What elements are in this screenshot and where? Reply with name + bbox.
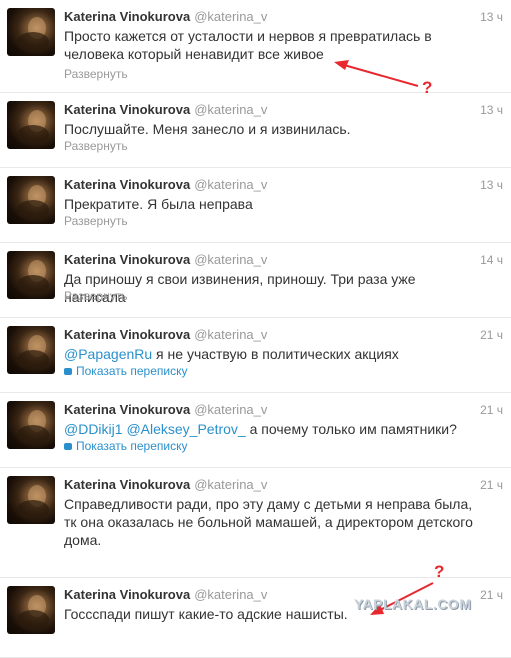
author-handle[interactable]: @katerina_v [194,477,267,492]
tweet-text-segment: Послушайте. Меня занесло и я извинилась. [64,121,351,137]
tweet-text: @DDikij1 @Aleksey_Petrov_ а почему тольк… [64,420,474,438]
tweet-timestamp[interactable]: 21 ч [480,403,503,417]
action-label: Развернуть [64,67,128,81]
tweet-timestamp[interactable]: 14 ч [480,253,503,267]
tweet-timestamp[interactable]: 21 ч [480,328,503,342]
author-name[interactable]: Katerina Vinokurova [64,177,190,192]
show-conversation-link[interactable]: Показать переписку [64,439,187,453]
author-handle[interactable]: @katerina_v [194,402,267,417]
tweet-text: Справедливости ради, про эту даму с деть… [64,495,474,549]
speech-bubble-icon [64,443,72,450]
author-name[interactable]: Katerina Vinokurova [64,587,190,602]
tweet-text-segment: я не участвую в политических акциях [152,346,399,362]
tweet-timestamp[interactable]: 13 ч [480,178,503,192]
avatar[interactable] [7,476,55,524]
author-handle[interactable]: @katerina_v [194,327,267,342]
tweet[interactable]: Katerina Vinokurova @katerina_v 21 ч @Papag… [0,318,511,393]
tweet-text-segment: Просто кажется от усталости и нервов я п… [64,28,432,62]
tweet-author[interactable]: Katerina Vinokurova @katerina_v [64,102,267,118]
author-name[interactable]: Katerina Vinokurova [64,402,190,417]
tweet-timestamp[interactable]: 21 ч [480,478,503,492]
speech-bubble-icon [64,368,72,375]
expand-link[interactable]: Развернуть [64,214,128,228]
tweet-timestamp[interactable]: 21 ч [480,588,503,602]
tweet[interactable]: Katerina Vinokurova @katerina_v 13 ч Просто… [0,0,511,93]
author-handle[interactable]: @katerina_v [194,587,267,602]
tweet-text: Послушайте. Меня занесло и я извинилась. [64,120,474,138]
author-name[interactable]: Katerina Vinokurova [64,9,190,24]
avatar[interactable] [7,101,55,149]
author-name[interactable]: Katerina Vinokurova [64,477,190,492]
author-name[interactable]: Katerina Vinokurova [64,327,190,342]
tweet[interactable]: Katerina Vinokurova @katerina_v 13 ч Послуш… [0,93,511,168]
expand-link[interactable]: Развернуть [64,139,128,153]
show-conversation-link[interactable]: Показать переписку [64,364,187,378]
tweet-author[interactable]: Katerina Vinokurova @katerina_v [64,252,267,268]
tweet[interactable]: Katerina Vinokurova @katerina_v 21 ч @DDiki… [0,393,511,468]
tweet-author[interactable]: Katerina Vinokurova @katerina_v [64,477,267,493]
tweet[interactable]: Katerina Vinokurova @katerina_v 21 ч Госссп… [0,578,511,658]
tweet-text: Прекратите. Я была неправа [64,195,474,213]
avatar[interactable] [7,326,55,374]
mention-link[interactable]: @PapagenRu [64,346,152,362]
question-mark-annotation: ? [434,562,445,581]
author-handle[interactable]: @katerina_v [194,177,267,192]
tweet-author[interactable]: Katerina Vinokurova @katerina_v [64,9,267,25]
tweet-author[interactable]: Katerina Vinokurova @katerina_v [64,402,267,418]
author-handle[interactable]: @katerina_v [194,252,267,267]
action-label: Развернуть [64,289,128,303]
author-name[interactable]: Katerina Vinokurova [64,102,190,117]
watermark: YAPLAKAL.COM [354,596,472,612]
tweet-timestamp[interactable]: 13 ч [480,10,503,24]
tweet[interactable]: Katerina Vinokurova @katerina_v 14 ч Да при… [0,243,511,318]
tweet[interactable]: Katerina Vinokurova @katerina_v 13 ч Прекра… [0,168,511,243]
tweet-text-segment: а почему только им памятники? [245,421,457,437]
author-handle[interactable]: @katerina_v [194,102,267,117]
avatar[interactable] [7,401,55,449]
tweet-text-segment: Прекратите. Я была неправа [64,196,253,212]
expand-link[interactable]: Развернуть [64,289,128,303]
tweet-author[interactable]: Katerina Vinokurova @katerina_v [64,177,267,193]
mention-link[interactable]: @Aleksey_Petrov_ [126,421,245,437]
author-name[interactable]: Katerina Vinokurova [64,252,190,267]
expand-link[interactable]: Развернуть [64,67,128,81]
mention-link[interactable]: @DDikij1 [64,421,123,437]
tweet-author[interactable]: Katerina Vinokurova @katerina_v [64,327,267,343]
tweet-text: Просто кажется от усталости и нервов я п… [64,27,474,63]
tweet-text: @PapagenRu я не участвую в политических … [64,345,474,363]
tweet-text-segment: Госсспади пишут какие-то адские нашисты. [64,606,348,622]
tweet-author[interactable]: Katerina Vinokurova @katerina_v [64,587,267,603]
action-label: Показать переписку [76,364,188,378]
action-label: Развернуть [64,139,128,153]
author-handle[interactable]: @katerina_v [194,9,267,24]
action-label: Развернуть [64,214,128,228]
avatar[interactable] [7,251,55,299]
avatar[interactable] [7,176,55,224]
tweet-text-segment: Справедливости ради, про эту даму с деть… [64,496,473,548]
action-label: Показать переписку [76,439,188,453]
avatar[interactable] [7,8,55,56]
question-mark-annotation: ? [422,78,433,97]
avatar[interactable] [7,586,55,634]
tweet-timestamp[interactable]: 13 ч [480,103,503,117]
